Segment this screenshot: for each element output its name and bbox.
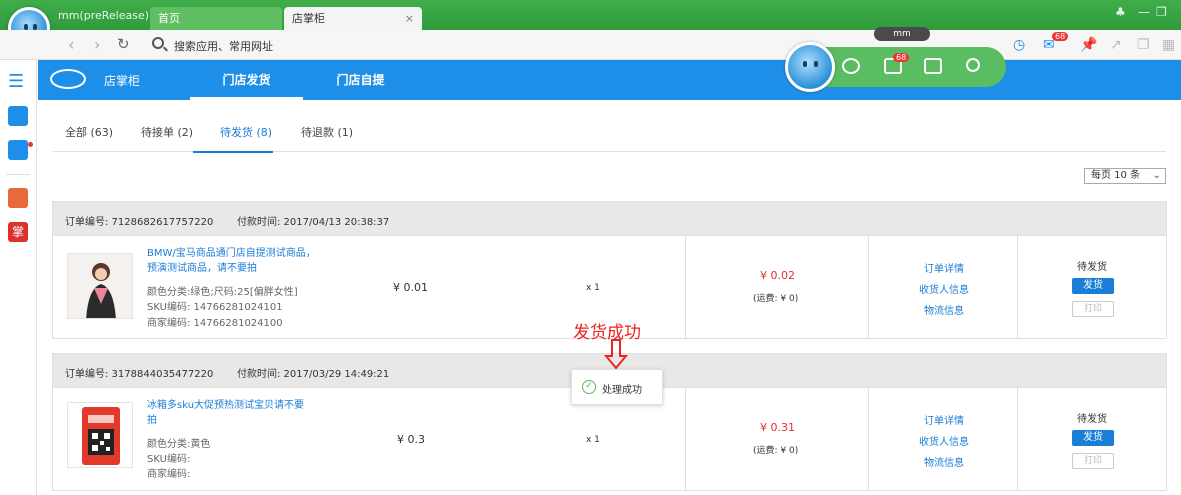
- pay-time: 付款时间: 2017/03/29 14:49:21: [237, 369, 390, 380]
- tab-shop[interactable]: 店掌柜 ×: [284, 7, 422, 30]
- left-sidebar: ☰ 掌: [0, 60, 37, 495]
- logo-text: 店掌柜: [104, 74, 141, 88]
- tab-pending-refund[interactable]: 待退款 (1): [301, 124, 353, 140]
- column-divider: [1017, 236, 1018, 338]
- back-icon[interactable]: ‹: [68, 35, 74, 54]
- receiver-info-link[interactable]: 收货人信息: [919, 281, 969, 296]
- app-orange-icon[interactable]: [8, 188, 28, 208]
- logistics-info-link[interactable]: 物流信息: [924, 302, 964, 317]
- mail-badge: 68: [1052, 32, 1069, 41]
- order-status: 待发货: [1077, 262, 1107, 273]
- restore-icon[interactable]: ❐: [1156, 5, 1167, 19]
- window-icon[interactable]: ❐: [1137, 37, 1150, 53]
- skin-icon[interactable]: ♣: [1115, 5, 1126, 19]
- logo-icon: [50, 69, 86, 89]
- tab-home[interactable]: 首页: [150, 7, 282, 30]
- merchant-code: 商家编码: 14766281024100: [147, 318, 283, 329]
- order-number: 订单编号: 7128682617757220: [65, 217, 214, 228]
- app-header: 店掌柜 门店发货 门店自提: [38, 60, 1181, 100]
- order-detail-link[interactable]: 订单详情: [924, 412, 964, 427]
- column-divider: [1017, 388, 1018, 490]
- tab-shop-label: 店掌柜: [292, 12, 325, 25]
- receiver-info-link[interactable]: 收货人信息: [919, 433, 969, 448]
- tab-all[interactable]: 全部 (63): [65, 124, 113, 140]
- check-circle-icon: ✓: [582, 380, 596, 394]
- product-thumbnail[interactable]: [67, 402, 133, 468]
- chevron-down-icon: ⌄: [1152, 170, 1161, 181]
- nav-store-pickup[interactable]: 门店自提: [313, 60, 408, 100]
- chat-icon[interactable]: [842, 58, 860, 74]
- shipping-fee: (运费: ¥ 0): [753, 446, 799, 456]
- quantity: x 1: [586, 283, 600, 293]
- shipping-fee: (运费: ¥ 0): [753, 294, 799, 304]
- popout-icon[interactable]: ↗: [1110, 37, 1122, 53]
- product-spec: 颜色分类:黄色: [147, 439, 211, 450]
- unit-price: ¥ 0.3: [397, 433, 425, 446]
- mm-label: mm: [874, 27, 930, 41]
- merchant-code: 商家编码:: [147, 469, 191, 480]
- product-spec: 颜色分类:绿色;尺码:25[偏胖女性]: [147, 287, 298, 298]
- nav-store-shipping[interactable]: 门店发货: [190, 60, 303, 100]
- product-thumbnail[interactable]: [67, 253, 133, 319]
- pay-time: 付款时间: 2017/04/13 20:38:37: [237, 217, 390, 228]
- shopping-bag-icon[interactable]: [8, 106, 28, 126]
- grid-icon[interactable]: ▦: [1162, 37, 1175, 53]
- tab-pending-ship[interactable]: 待发货 (8): [220, 124, 272, 140]
- main-content: 全部 (63) 待接单 (2) 待发货 (8) 待退款 (1) 每页 10 条 …: [38, 100, 1181, 495]
- floating-mascot-icon[interactable]: [785, 42, 835, 92]
- product-name-link[interactable]: BMW/宝马商品通门店自提测试商品，预演测试商品，请不要拍: [147, 246, 317, 276]
- column-divider: [868, 236, 869, 338]
- down-arrow-icon: [604, 339, 628, 370]
- search-input[interactable]: 搜索应用、常用网址: [174, 38, 273, 54]
- sidebar-divider: [6, 174, 30, 175]
- clock-icon[interactable]: ◷: [1013, 37, 1025, 53]
- column-divider: [868, 388, 869, 490]
- ship-button[interactable]: 发货: [1072, 430, 1114, 446]
- product-sku: SKU编码: 14766281024101: [147, 302, 283, 313]
- order-header: 订单编号: 7128682617757220 付款时间: 2017/04/13 …: [53, 202, 1166, 236]
- column-divider: [685, 388, 686, 490]
- page-size-select[interactable]: 每页 10 条 ⌄: [1084, 168, 1166, 184]
- column-divider: [685, 236, 686, 338]
- order-detail-link[interactable]: 订单详情: [924, 260, 964, 275]
- forward-icon[interactable]: ›: [94, 35, 100, 54]
- tab-pending-accept[interactable]: 待接单 (2): [141, 124, 193, 140]
- shop-keeper-icon[interactable]: 掌: [8, 222, 28, 242]
- floatbar-mail-badge: 68: [893, 53, 910, 62]
- order-number: 订单编号: 3178844035477220: [65, 369, 214, 380]
- magnifier-icon[interactable]: [966, 58, 980, 72]
- app-name: mm(preRelease): [58, 9, 150, 22]
- order-total: ¥ 0.02: [760, 269, 795, 282]
- product-sku: SKU编码:: [147, 454, 191, 465]
- toast-message: 处理成功: [602, 385, 642, 396]
- ship-button[interactable]: 发货: [1072, 278, 1114, 294]
- card-notice-dot: [28, 142, 33, 147]
- search-icon: [152, 37, 164, 49]
- pin-icon[interactable]: 📌: [1080, 37, 1097, 53]
- nav-bar: ‹ › ↻ 搜索应用、常用网址 ◷ ✉ 68 📌 ↗ ❐ ▦: [0, 30, 1181, 60]
- minimize-icon[interactable]: —: [1138, 5, 1150, 19]
- list-icon[interactable]: ☰: [8, 72, 28, 92]
- quantity: x 1: [586, 435, 600, 445]
- tab-home-label: 首页: [158, 12, 180, 25]
- card-icon[interactable]: [8, 140, 28, 160]
- active-tab-indicator: [193, 151, 273, 153]
- unit-price: ¥ 0.01: [393, 281, 428, 294]
- success-toast: ✓ 处理成功: [571, 369, 663, 405]
- print-button[interactable]: 打印: [1072, 453, 1114, 469]
- tab-close-icon[interactable]: ×: [405, 7, 414, 30]
- calendar-icon[interactable]: [924, 58, 942, 74]
- order-status: 待发货: [1077, 414, 1107, 425]
- product-name-link[interactable]: 冰箱多sku大促预热测试宝贝请不要拍: [147, 398, 307, 428]
- filter-tabs: 全部 (63) 待接单 (2) 待发货 (8) 待退款 (1): [53, 100, 1166, 152]
- title-bar: mm(preRelease) 首页 店掌柜 × ♣ — ❐: [0, 0, 1181, 49]
- order-total: ¥ 0.31: [760, 421, 795, 434]
- page-size-value: 每页 10 条: [1091, 170, 1141, 181]
- print-button[interactable]: 打印: [1072, 301, 1114, 317]
- refresh-icon[interactable]: ↻: [117, 35, 130, 53]
- logistics-info-link[interactable]: 物流信息: [924, 454, 964, 469]
